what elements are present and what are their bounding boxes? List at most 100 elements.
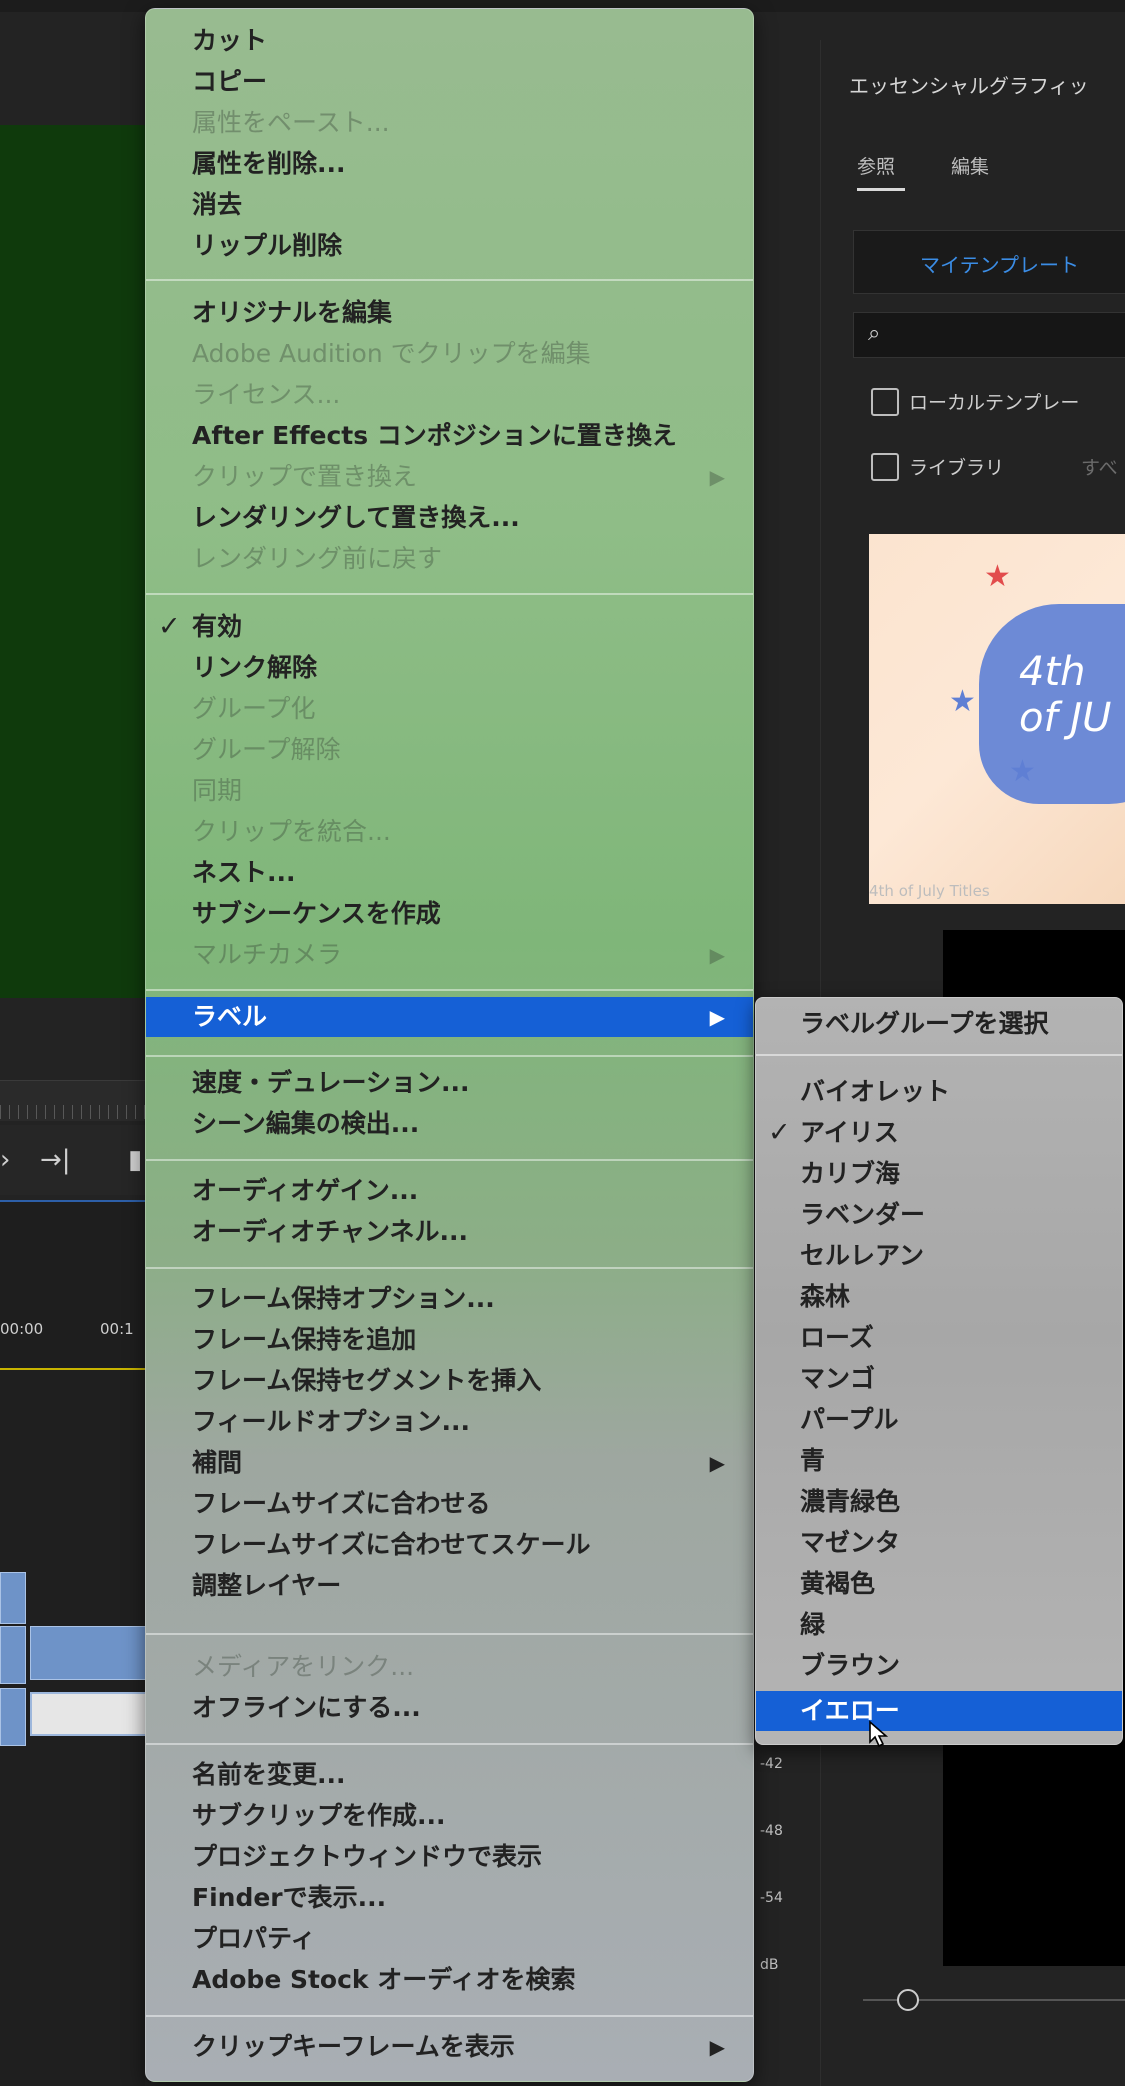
timeline-clip[interactable] — [30, 1626, 147, 1680]
menu-item-replace-with-ae[interactable]: After Effects コンポジションに置き換え — [146, 416, 753, 456]
label-purple[interactable]: パープル — [756, 1400, 1122, 1440]
star-icon: ★ — [1009, 754, 1036, 789]
menu-item-replace-with-clip[interactable]: クリップで置き換え ▶ — [146, 457, 753, 497]
label-rose[interactable]: ローズ — [756, 1318, 1122, 1358]
label-tan[interactable]: 黄褐色 — [756, 1564, 1122, 1604]
menu-item-unlink[interactable]: リンク解除 — [146, 648, 753, 688]
local-templates-checkbox[interactable] — [871, 388, 899, 416]
menu-item-set-to-frame-size[interactable]: フレームサイズに合わせる — [146, 1484, 753, 1524]
menu-item-properties[interactable]: プロパティ — [146, 1919, 753, 1959]
menu-item-frame-hold-options[interactable]: フレーム保持オプション... — [146, 1279, 753, 1319]
timeline-clip[interactable] — [0, 1688, 26, 1746]
local-templates-label: ローカルテンプレー — [909, 392, 1080, 414]
menu-separator — [146, 593, 753, 595]
menu-item-ripple-delete[interactable]: リップル削除 — [146, 226, 753, 266]
menu-item-enable[interactable]: ✓ 有効 — [146, 607, 753, 647]
checkmark-icon: ✓ — [768, 1117, 791, 1148]
go-to-out-point-icon[interactable]: →| — [40, 1145, 71, 1175]
menu-item-multi-camera[interactable]: マルチカメラ ▶ — [146, 935, 753, 975]
menu-separator — [146, 1633, 753, 1635]
menu-item-scene-edit-detection[interactable]: シーン編集の検出... — [146, 1104, 753, 1144]
menu-item-field-options[interactable]: フィールドオプション... — [146, 1402, 753, 1442]
template-thumbnail[interactable]: 4th of JU ★ ★ ★ — [869, 534, 1125, 904]
menu-item-label-submenu[interactable]: ラベル ▶ — [146, 997, 753, 1037]
menu-item-ungroup[interactable]: グループ解除 — [146, 730, 753, 770]
menu-item-label: アイリス — [800, 1118, 899, 1147]
label-teal[interactable]: 濃青緑色 — [756, 1482, 1122, 1522]
menu-item-search-adobe-stock-audio[interactable]: Adobe Stock オーディオを検索 — [146, 1960, 753, 2000]
menu-item-time-interpolation[interactable]: 補間 ▶ — [146, 1443, 753, 1483]
label-green[interactable]: 緑 — [756, 1605, 1122, 1645]
label-yellow[interactable]: イエロー — [756, 1691, 1122, 1731]
panel-title: エッセンシャルグラフィッ — [849, 74, 1089, 98]
menu-item-reveal-in-project[interactable]: プロジェクトウィンドウで表示 — [146, 1837, 753, 1877]
template-search-input[interactable]: ⌕ — [853, 312, 1125, 358]
monitor-transport-controls: › →| ▮ — [0, 1125, 145, 1195]
libraries-checkbox[interactable] — [871, 453, 899, 481]
label-caribbean[interactable]: カリブ海 — [756, 1154, 1122, 1194]
thumbnail-text: 4th of JU — [1019, 649, 1112, 741]
label-mango[interactable]: マンゴ — [756, 1359, 1122, 1399]
menu-item-license[interactable]: ライセンス... — [146, 375, 753, 415]
label-violet[interactable]: バイオレット — [756, 1072, 1122, 1112]
menu-item-link-media[interactable]: メディアをリンク... — [146, 1647, 753, 1687]
menu-item-rename[interactable]: 名前を変更... — [146, 1755, 753, 1795]
menu-item-group[interactable]: グループ化 — [146, 689, 753, 729]
menu-item-make-offline[interactable]: オフラインにする... — [146, 1688, 753, 1728]
play-icon[interactable]: ▮ — [128, 1145, 142, 1175]
menu-item-reveal-in-finder[interactable]: Finderで表示... — [146, 1878, 753, 1918]
tab-browse[interactable]: 参照 — [857, 152, 895, 179]
label-forest[interactable]: 森林 — [756, 1277, 1122, 1317]
clip-context-menu: カット コピー 属性をペースト... 属性を削除... 消去 リップル削除 オリ… — [145, 8, 754, 2082]
menu-item-clear[interactable]: 消去 — [146, 185, 753, 225]
submenu-arrow-icon: ▶ — [709, 465, 725, 489]
my-templates-button[interactable]: マイテンプレート — [853, 230, 1125, 294]
menu-separator — [146, 2015, 753, 2017]
menu-item-nest[interactable]: ネスト... — [146, 853, 753, 893]
timeline-ruler[interactable]: 00:00 00:1 — [0, 1200, 145, 1372]
timeline-tracks — [0, 1370, 149, 2086]
menu-item-label: 補間 — [192, 1448, 243, 1477]
timeline-clip[interactable] — [0, 1572, 26, 1624]
menu-item-label: クリップで置き換え — [192, 462, 418, 491]
menu-item-audio-channels[interactable]: オーディオチャンネル... — [146, 1212, 753, 1252]
menu-item-scale-to-frame-size[interactable]: フレームサイズに合わせてスケール — [146, 1525, 753, 1565]
menu-item-adjustment-layer[interactable]: 調整レイヤー — [146, 1566, 753, 1606]
step-icon[interactable]: › — [0, 1145, 10, 1175]
menu-item-merge-clips[interactable]: クリップを統合... — [146, 812, 753, 852]
timeline-clip[interactable] — [0, 1626, 26, 1684]
menu-item-show-clip-keyframes[interactable]: クリップキーフレームを表示 ▶ — [146, 2027, 753, 2067]
menu-item-edit-in-audition[interactable]: Adobe Audition でクリップを編集 — [146, 334, 753, 374]
label-cerulean[interactable]: セルレアン — [756, 1236, 1122, 1276]
menu-item-remove-attributes[interactable]: 属性を削除... — [146, 144, 753, 184]
slider-handle[interactable] — [897, 1989, 919, 2011]
menu-item-insert-frame-hold-segment[interactable]: フレーム保持セグメントを挿入 — [146, 1361, 753, 1401]
menu-item-speed-duration[interactable]: 速度・デュレーション... — [146, 1063, 753, 1103]
menu-item-add-frame-hold[interactable]: フレーム保持を追加 — [146, 1320, 753, 1360]
library-dropdown[interactable]: すべ — [1081, 453, 1118, 480]
menu-separator — [146, 989, 753, 991]
menu-item-audio-gain[interactable]: オーディオゲイン... — [146, 1171, 753, 1211]
menu-item-cut[interactable]: カット — [146, 21, 753, 61]
timeline-clip-selected[interactable] — [30, 1692, 149, 1736]
menu-item-label: クリップキーフレームを表示 — [192, 2032, 515, 2061]
label-brown[interactable]: ブラウン — [756, 1646, 1122, 1686]
tab-edit[interactable]: 編集 — [951, 152, 989, 179]
label-iris[interactable]: ✓ アイリス — [756, 1113, 1122, 1153]
star-icon: ★ — [949, 684, 976, 719]
menu-item-synchronize[interactable]: 同期 — [146, 771, 753, 811]
label-lavender[interactable]: ラベンダー — [756, 1195, 1122, 1235]
label-blue[interactable]: 青 — [756, 1441, 1122, 1481]
menu-item-copy[interactable]: コピー — [146, 62, 753, 102]
submenu-arrow-icon: ▶ — [709, 2035, 725, 2059]
menu-item-restore-unrendered[interactable]: レンダリング前に戻す — [146, 539, 753, 579]
menu-item-make-subclip[interactable]: サブクリップを作成... — [146, 1796, 753, 1836]
monitor-time-ruler[interactable] — [0, 1080, 145, 1121]
menu-item-render-and-replace[interactable]: レンダリングして置き換え... — [146, 498, 753, 538]
menu-item-edit-original[interactable]: オリジナルを編集 — [146, 293, 753, 333]
label-magenta[interactable]: マゼンタ — [756, 1523, 1122, 1563]
menu-item-make-subsequence[interactable]: サブシーケンスを作成 — [146, 894, 753, 934]
submenu-item-select-label-group[interactable]: ラベルグループを選択 — [756, 1004, 1122, 1044]
star-icon: ★ — [984, 559, 1011, 594]
menu-item-paste-attributes[interactable]: 属性をペースト... — [146, 103, 753, 143]
